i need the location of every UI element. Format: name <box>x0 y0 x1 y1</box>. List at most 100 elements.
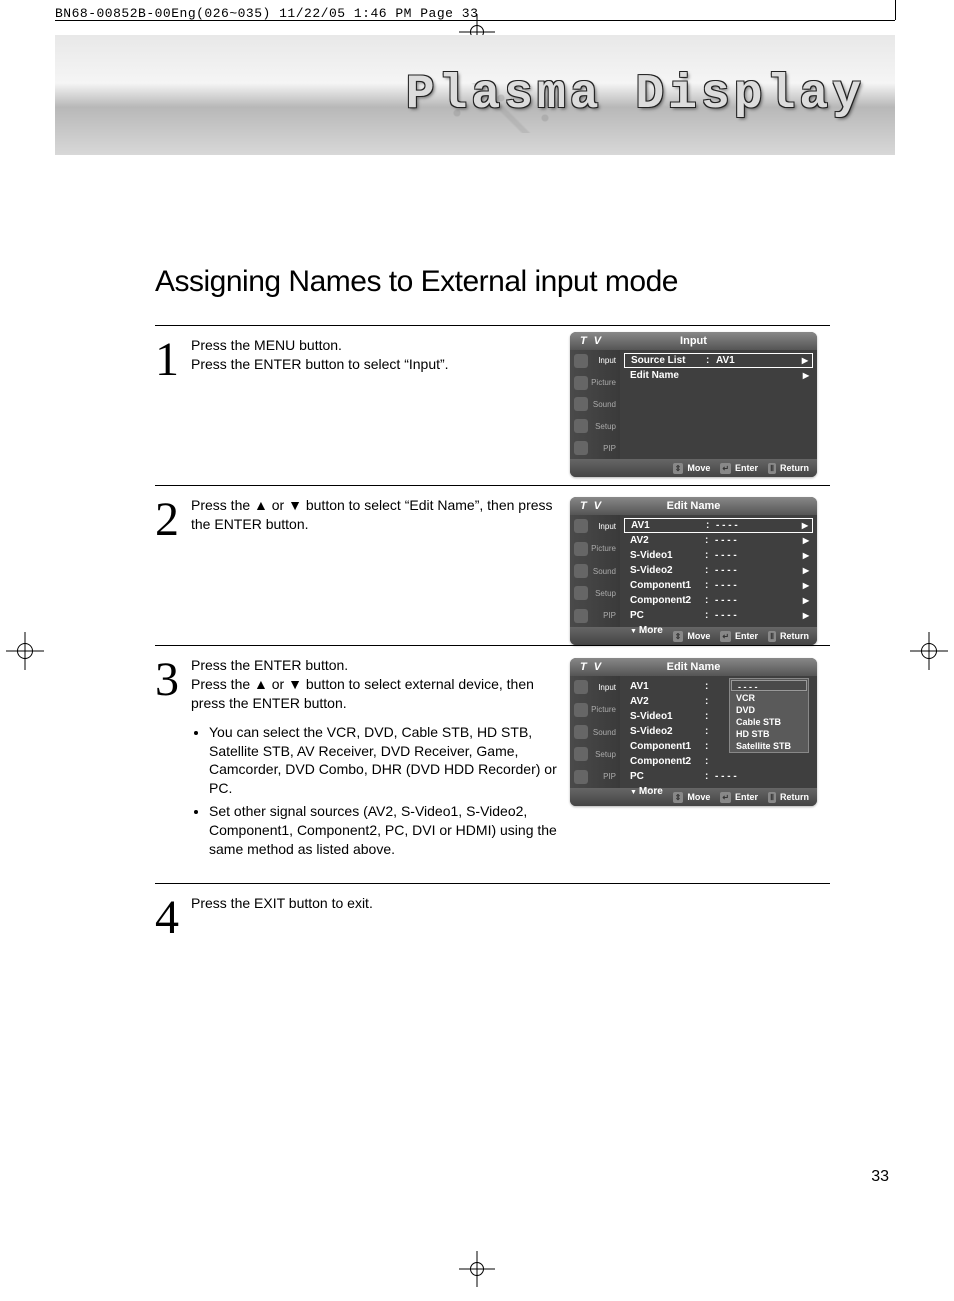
dropdown-item: DVD <box>730 704 808 716</box>
colon: : <box>705 696 715 707</box>
osd-screenshot-input: T V Input Input Picture Sound Setup PIP … <box>570 332 817 477</box>
osd-dropdown: - - - -VCRDVDCable STBHD STBSatellite ST… <box>729 678 809 753</box>
sound-icon <box>574 397 588 411</box>
osd-main: Source List : AV1 ▶ Edit Name ▶ <box>620 350 817 459</box>
step-text: Press the MENU button. <box>191 337 342 353</box>
osd-row-label: AV1 <box>631 520 706 531</box>
osd-row-label: PC <box>630 610 705 621</box>
arrow-right-icon: ▶ <box>803 551 809 560</box>
colon: : <box>705 741 715 752</box>
picture-icon <box>574 703 588 717</box>
arrow-right-icon: ▶ <box>803 371 809 380</box>
step-text: Press the EXIT button to exit. <box>191 895 373 911</box>
arrow-right-icon: ▶ <box>802 521 808 530</box>
osd-row-value: - - - - <box>715 610 807 621</box>
osd-row-value: - - - - <box>716 520 806 531</box>
sidebar-item-sound: Sound <box>570 560 620 582</box>
osd-row: PC:- - - -▶ <box>624 608 813 623</box>
step-text: Press the ENTER button. <box>191 657 348 673</box>
osd-sidebar: Input Picture Sound Setup PIP <box>570 350 620 459</box>
footer-enter: ↵Enter <box>720 463 758 474</box>
registration-mark-left <box>10 636 40 666</box>
osd-row-label: More <box>630 786 705 797</box>
arrow-right-icon: ▶ <box>803 596 809 605</box>
osd-row-value: - - - - <box>715 595 807 606</box>
setup-icon <box>574 747 588 761</box>
sidebar-item-picture: Picture <box>570 372 620 394</box>
osd-row: Component2: <box>624 754 813 769</box>
sidebar-item-picture: Picture <box>570 698 620 720</box>
colon: : <box>705 565 715 576</box>
osd-row-label: Source List <box>631 355 706 366</box>
step-bullet: You can select the VCR, DVD, Cable STB, … <box>209 723 566 799</box>
osd-row-label: S-Video2 <box>630 565 705 576</box>
input-icon <box>574 680 588 694</box>
step-body: Press the EXIT button to exit. <box>191 892 566 939</box>
colon: : <box>705 681 715 692</box>
input-icon <box>574 519 588 533</box>
sound-icon <box>574 564 588 578</box>
step-text: Press the ▲ or ▼ button to select “Edit … <box>191 497 553 532</box>
arrow-right-icon: ▶ <box>803 581 809 590</box>
pip-icon <box>574 441 588 455</box>
dropdown-item: Cable STB <box>730 716 808 728</box>
setup-icon <box>574 419 588 433</box>
osd-row-label: S-Video1 <box>630 550 705 561</box>
sidebar-item-sound: Sound <box>570 394 620 416</box>
sidebar-item-setup: Setup <box>570 582 620 604</box>
return-icon: Ⅱ <box>768 463 776 474</box>
registration-mark-bottom <box>465 1257 489 1281</box>
sidebar-item-sound: Sound <box>570 721 620 743</box>
pip-icon <box>574 609 588 623</box>
step-number: 3 <box>155 654 191 863</box>
banner-title: Plasma Display <box>406 68 865 122</box>
step-number: 4 <box>155 892 191 939</box>
osd-row-edit-name: Edit Name ▶ <box>624 368 813 383</box>
osd-row: More <box>624 784 813 799</box>
osd-row-value: - - - - <box>715 535 807 546</box>
page-title: Assigning Names to External input mode <box>155 265 678 299</box>
arrow-right-icon: ▶ <box>803 611 809 620</box>
colon: : <box>705 580 715 591</box>
osd-sidebar: Input Picture Sound Setup PIP <box>570 676 620 788</box>
dropdown-item: HD STB <box>730 728 808 740</box>
input-icon <box>574 354 588 368</box>
osd-titlebar: T V Edit Name <box>570 658 817 676</box>
step-number: 1 <box>155 334 191 465</box>
osd-row: AV1:- - - -▶ <box>624 518 813 533</box>
osd-row-value: AV1 <box>716 355 806 366</box>
osd-row-label: AV2 <box>630 696 705 707</box>
osd-row: AV2:- - - -▶ <box>624 533 813 548</box>
colon: : <box>706 520 716 531</box>
osd-titlebar: T V Input <box>570 332 817 350</box>
osd-row-value: - - - - <box>715 550 807 561</box>
osd-row-label: PC <box>630 771 705 782</box>
sidebar-item-setup: Setup <box>570 743 620 765</box>
sidebar-item-pip: PIP <box>570 437 620 459</box>
osd-row-label: Edit Name <box>630 370 705 381</box>
setup-icon <box>574 586 588 600</box>
osd-row-label: S-Video2 <box>630 726 705 737</box>
osd-row: S-Video1:- - - -▶ <box>624 548 813 563</box>
sidebar-item-input: Input <box>570 676 620 698</box>
colon: : <box>705 595 715 606</box>
enter-icon: ↵ <box>720 463 731 474</box>
arrow-right-icon: ▶ <box>803 536 809 545</box>
sidebar-item-pip: PIP <box>570 766 620 788</box>
osd-row-source-list: Source List : AV1 ▶ <box>624 353 813 368</box>
osd-row: Component2:- - - -▶ <box>624 593 813 608</box>
colon: : <box>705 550 715 561</box>
step-body: Press the ENTER button. Press the ▲ or ▼… <box>191 654 566 863</box>
footer-move: ⇕Move <box>673 463 711 474</box>
osd-tv-label: T V <box>580 661 603 673</box>
osd-tv-label: T V <box>580 335 603 347</box>
osd-title: Edit Name <box>667 500 721 512</box>
pip-icon <box>574 770 588 784</box>
osd-row: PC:- - - - <box>624 769 813 784</box>
osd-row-value: - - - - <box>715 580 807 591</box>
osd-row: Component1:- - - -▶ <box>624 578 813 593</box>
osd-row-label: Component1 <box>630 741 705 752</box>
arrow-right-icon: ▶ <box>803 566 809 575</box>
step-4: 4 Press the EXIT button to exit. <box>155 883 830 959</box>
sidebar-item-input: Input <box>570 515 620 537</box>
